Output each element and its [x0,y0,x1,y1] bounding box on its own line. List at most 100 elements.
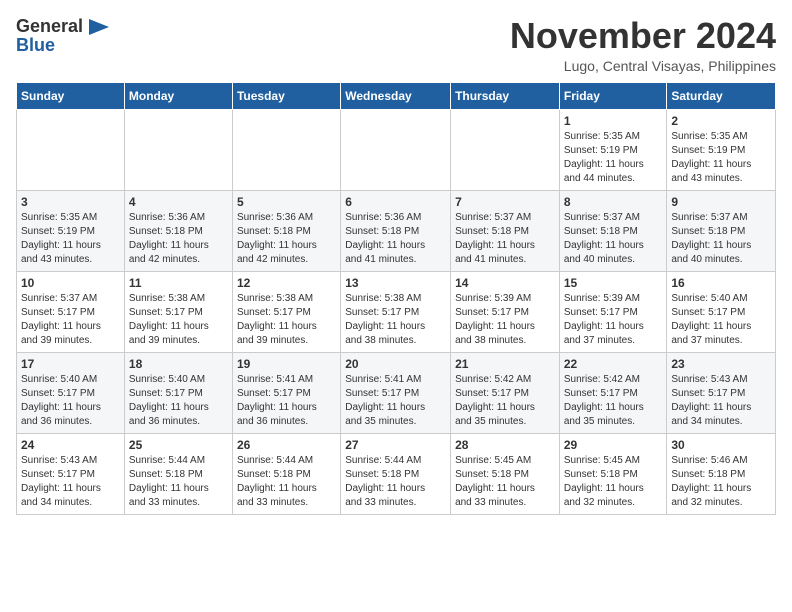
day-number: 18 [129,357,228,371]
calendar-cell: 6 Sunrise: 5:36 AM Sunset: 5:18 PM Daylig… [341,190,451,271]
day-number: 20 [345,357,446,371]
calendar-cell: 24 Sunrise: 5:43 AM Sunset: 5:17 PM Dayli… [17,433,125,514]
calendar-cell: 2 Sunrise: 5:35 AM Sunset: 5:19 PM Daylig… [667,109,776,190]
day-info: Sunrise: 5:37 AM Sunset: 5:18 PM Dayligh… [564,211,663,267]
day-info: Sunrise: 5:36 AM Sunset: 5:18 PM Dayligh… [345,211,446,267]
calendar-cell: 3 Sunrise: 5:35 AM Sunset: 5:19 PM Daylig… [17,190,125,271]
day-number: 24 [21,438,120,452]
calendar-header-row: SundayMondayTuesdayWednesdayThursdayFrid… [17,82,776,109]
day-number: 12 [237,276,336,290]
day-info: Sunrise: 5:35 AM Sunset: 5:19 PM Dayligh… [21,211,120,267]
calendar-cell: 13 Sunrise: 5:38 AM Sunset: 5:17 PM Dayli… [341,271,451,352]
day-number: 25 [129,438,228,452]
day-info: Sunrise: 5:38 AM Sunset: 5:17 PM Dayligh… [345,292,446,348]
day-info: Sunrise: 5:35 AM Sunset: 5:19 PM Dayligh… [564,130,663,186]
logo-text-general: General [16,16,83,37]
calendar-cell: 15Sunrise: 5:39 AM Sunset: 5:17 PM Dayli… [559,271,667,352]
calendar-cell: 22 Sunrise: 5:42 AM Sunset: 5:17 PM Dayli… [559,352,667,433]
day-number: 2 [671,114,771,128]
day-number: 15 [564,276,663,290]
day-info: Sunrise: 5:40 AM Sunset: 5:17 PM Dayligh… [21,373,120,429]
day-info: Sunrise: 5:46 AM Sunset: 5:18 PM Dayligh… [671,454,771,510]
location-subtitle: Lugo, Central Visayas, Philippines [510,58,776,74]
calendar-cell: 4 Sunrise: 5:36 AM Sunset: 5:18 PM Daylig… [124,190,232,271]
weekday-header-thursday: Thursday [451,82,560,109]
day-info: Sunrise: 5:36 AM Sunset: 5:18 PM Dayligh… [129,211,228,267]
day-info: Sunrise: 5:41 AM Sunset: 5:17 PM Dayligh… [237,373,336,429]
calendar-cell: 30 Sunrise: 5:46 AM Sunset: 5:18 PM Dayli… [667,433,776,514]
day-number: 17 [21,357,120,371]
day-info: Sunrise: 5:44 AM Sunset: 5:18 PM Dayligh… [129,454,228,510]
day-info: Sunrise: 5:43 AM Sunset: 5:17 PM Dayligh… [671,373,771,429]
day-info: Sunrise: 5:44 AM Sunset: 5:18 PM Dayligh… [237,454,336,510]
day-number: 29 [564,438,663,452]
logo-text-blue: Blue [16,35,55,56]
calendar-cell: 14Sunrise: 5:39 AM Sunset: 5:17 PM Dayli… [451,271,560,352]
day-number: 5 [237,195,336,209]
calendar-cell: 18 Sunrise: 5:40 AM Sunset: 5:17 PM Dayli… [124,352,232,433]
calendar-cell: 17 Sunrise: 5:40 AM Sunset: 5:17 PM Dayli… [17,352,125,433]
calendar-cell: 8 Sunrise: 5:37 AM Sunset: 5:18 PM Daylig… [559,190,667,271]
weekday-header-sunday: Sunday [17,82,125,109]
day-number: 8 [564,195,663,209]
calendar-cell: 27Sunrise: 5:44 AM Sunset: 5:18 PM Dayli… [341,433,451,514]
day-number: 7 [455,195,555,209]
weekday-header-tuesday: Tuesday [232,82,340,109]
day-info: Sunrise: 5:35 AM Sunset: 5:19 PM Dayligh… [671,130,771,186]
day-number: 22 [564,357,663,371]
calendar-cell [232,109,340,190]
calendar-cell: 10 Sunrise: 5:37 AM Sunset: 5:17 PM Dayli… [17,271,125,352]
calendar-cell [17,109,125,190]
day-info: Sunrise: 5:45 AM Sunset: 5:18 PM Dayligh… [455,454,555,510]
calendar-cell: 25 Sunrise: 5:44 AM Sunset: 5:18 PM Dayli… [124,433,232,514]
logo-flag-icon [87,19,109,35]
calendar-table: SundayMondayTuesdayWednesdayThursdayFrid… [16,82,776,515]
calendar-week-row: 17 Sunrise: 5:40 AM Sunset: 5:17 PM Dayli… [17,352,776,433]
calendar-cell [451,109,560,190]
calendar-cell: 11Sunrise: 5:38 AM Sunset: 5:17 PM Dayli… [124,271,232,352]
calendar-cell: 16Sunrise: 5:40 AM Sunset: 5:17 PM Dayli… [667,271,776,352]
weekday-header-saturday: Saturday [667,82,776,109]
day-number: 19 [237,357,336,371]
month-title: November 2024 [510,16,776,56]
calendar-cell: 29 Sunrise: 5:45 AM Sunset: 5:18 PM Dayli… [559,433,667,514]
day-number: 3 [21,195,120,209]
page-header: General Blue November 2024 Lugo, Central… [16,16,776,74]
calendar-cell: 12Sunrise: 5:38 AM Sunset: 5:17 PM Dayli… [232,271,340,352]
title-section: November 2024 Lugo, Central Visayas, Phi… [510,16,776,74]
day-info: Sunrise: 5:37 AM Sunset: 5:17 PM Dayligh… [21,292,120,348]
day-info: Sunrise: 5:37 AM Sunset: 5:18 PM Dayligh… [671,211,771,267]
calendar-week-row: 24 Sunrise: 5:43 AM Sunset: 5:17 PM Dayli… [17,433,776,514]
day-number: 23 [671,357,771,371]
day-number: 4 [129,195,228,209]
day-info: Sunrise: 5:43 AM Sunset: 5:17 PM Dayligh… [21,454,120,510]
weekday-header-wednesday: Wednesday [341,82,451,109]
day-number: 10 [21,276,120,290]
day-number: 21 [455,357,555,371]
calendar-cell [124,109,232,190]
day-number: 13 [345,276,446,290]
day-info: Sunrise: 5:42 AM Sunset: 5:17 PM Dayligh… [564,373,663,429]
calendar-week-row: 1Sunrise: 5:35 AM Sunset: 5:19 PM Daylig… [17,109,776,190]
calendar-cell: 1Sunrise: 5:35 AM Sunset: 5:19 PM Daylig… [559,109,667,190]
day-info: Sunrise: 5:44 AM Sunset: 5:18 PM Dayligh… [345,454,446,510]
weekday-header-monday: Monday [124,82,232,109]
calendar-cell: 28 Sunrise: 5:45 AM Sunset: 5:18 PM Dayli… [451,433,560,514]
calendar-cell: 26Sunrise: 5:44 AM Sunset: 5:18 PM Dayli… [232,433,340,514]
calendar-cell [341,109,451,190]
weekday-header-friday: Friday [559,82,667,109]
day-info: Sunrise: 5:40 AM Sunset: 5:17 PM Dayligh… [129,373,228,429]
day-number: 6 [345,195,446,209]
calendar-cell: 9 Sunrise: 5:37 AM Sunset: 5:18 PM Daylig… [667,190,776,271]
day-info: Sunrise: 5:39 AM Sunset: 5:17 PM Dayligh… [455,292,555,348]
calendar-cell: 23 Sunrise: 5:43 AM Sunset: 5:17 PM Dayli… [667,352,776,433]
day-number: 9 [671,195,771,209]
day-number: 30 [671,438,771,452]
day-info: Sunrise: 5:45 AM Sunset: 5:18 PM Dayligh… [564,454,663,510]
calendar-week-row: 3 Sunrise: 5:35 AM Sunset: 5:19 PM Daylig… [17,190,776,271]
day-number: 28 [455,438,555,452]
day-number: 16 [671,276,771,290]
day-info: Sunrise: 5:37 AM Sunset: 5:18 PM Dayligh… [455,211,555,267]
day-number: 11 [129,276,228,290]
day-info: Sunrise: 5:41 AM Sunset: 5:17 PM Dayligh… [345,373,446,429]
